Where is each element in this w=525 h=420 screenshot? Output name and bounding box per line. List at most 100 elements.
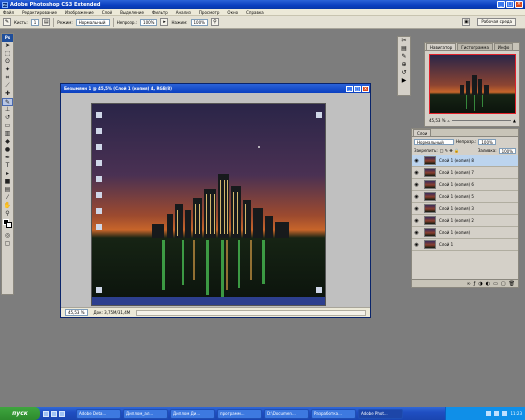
- visibility-eye-icon[interactable]: ◉: [412, 218, 421, 224]
- menu-filter[interactable]: Фильтр: [152, 10, 168, 15]
- crop-tool-icon[interactable]: ⌗: [2, 74, 13, 82]
- taskbar-item-photoshop[interactable]: Adobe Phot...: [358, 408, 403, 419]
- visibility-eye-icon[interactable]: ◉: [412, 242, 421, 248]
- start-button[interactable]: пуск: [0, 407, 40, 420]
- opacity-input[interactable]: 100%: [140, 18, 158, 26]
- taskbar-item[interactable]: Диплом Ди...: [170, 408, 215, 419]
- taskbar-item[interactable]: Adobe Deta...: [76, 408, 121, 419]
- hand-tool-icon[interactable]: ✋: [2, 202, 13, 210]
- zoom-out-icon[interactable]: ▵: [448, 118, 450, 123]
- taskbar-item[interactable]: Разработка...: [311, 408, 356, 419]
- layer-comps-icon[interactable]: ▤: [398, 45, 410, 53]
- move-tool-icon[interactable]: ➤: [2, 42, 13, 50]
- dodge-tool-icon[interactable]: ●: [2, 146, 13, 154]
- eyedropper-tool-icon[interactable]: ⁄: [2, 194, 13, 202]
- visibility-eye-icon[interactable]: ◉: [412, 158, 421, 164]
- opacity-pressure-icon[interactable]: ▸: [160, 18, 169, 26]
- visibility-eye-icon[interactable]: ◉: [412, 194, 421, 200]
- magic-wand-tool-icon[interactable]: ✦: [2, 66, 13, 74]
- layer-row[interactable]: ◉ Слой 1 (копия) 3: [412, 203, 518, 215]
- navigator-zoom-slider[interactable]: 45,53 % ▵ ▲: [429, 117, 516, 124]
- visibility-eye-icon[interactable]: ◉: [412, 170, 421, 176]
- canvas-area[interactable]: [61, 93, 370, 307]
- doc-close-button[interactable]: ×: [362, 85, 369, 92]
- tab-navigator[interactable]: Навигатор: [426, 43, 457, 50]
- zoom-in-icon[interactable]: ▲: [513, 118, 516, 123]
- layer-style-icon[interactable]: ƒ: [474, 281, 476, 287]
- menu-help[interactable]: Справка: [246, 10, 264, 15]
- type-tool-icon[interactable]: T: [2, 162, 13, 170]
- maximize-button[interactable]: □: [506, 1, 514, 8]
- layer-row[interactable]: ◉ Слой 1 (копия) 7: [412, 167, 518, 179]
- menu-window[interactable]: Окно: [227, 10, 238, 15]
- shape-tool-icon[interactable]: ■: [2, 178, 13, 186]
- layer-row[interactable]: ◉ Слой 1 (копия) 2: [412, 215, 518, 227]
- horizontal-scrollbar[interactable]: [136, 309, 366, 316]
- taskbar-item[interactable]: D:\Documen...: [264, 408, 309, 419]
- layer-row[interactable]: ◉ Слой 1 (копия) 8: [412, 155, 518, 167]
- quick-launch-icon[interactable]: [59, 410, 65, 417]
- marquee-tool-icon[interactable]: ⬚: [2, 50, 13, 58]
- stamp-tool-icon[interactable]: ⊥: [2, 106, 13, 114]
- visibility-eye-icon[interactable]: ◉: [412, 230, 421, 236]
- airbrush-icon[interactable]: ⚲: [210, 18, 219, 26]
- delete-layer-icon[interactable]: 🗑: [509, 281, 515, 287]
- fill-input[interactable]: 100%: [498, 147, 516, 154]
- layer-row[interactable]: ◉ Слой 1 (копия) 5: [412, 191, 518, 203]
- palette-well-icon[interactable]: ▣: [462, 18, 471, 26]
- tool-presets-icon[interactable]: ✂: [398, 37, 410, 45]
- zoom-slider-track[interactable]: [451, 120, 511, 121]
- history-icon[interactable]: ↺: [398, 69, 410, 77]
- layer-name[interactable]: Слой 1 (копия) 7: [439, 170, 474, 175]
- layer-name[interactable]: Слой 1 (копия) 6: [439, 182, 474, 187]
- gradient-tool-icon[interactable]: ▥: [2, 130, 13, 138]
- lasso-tool-icon[interactable]: ʘ: [2, 58, 13, 66]
- lock-icons[interactable]: □ ✎ ✥ 🔒: [440, 148, 459, 153]
- notes-tool-icon[interactable]: ▤: [2, 186, 13, 194]
- layer-name[interactable]: Слой 1 (копия) 3: [439, 206, 474, 211]
- mode-select[interactable]: Нормальный: [75, 18, 110, 26]
- color-swatches[interactable]: [2, 218, 13, 232]
- layer-name[interactable]: Слой 1 (копия) 8: [439, 158, 474, 163]
- adjustment-layer-icon[interactable]: ◐: [486, 281, 490, 287]
- tab-info[interactable]: Инфо: [493, 43, 514, 50]
- clone-source-icon[interactable]: ⊕: [398, 61, 410, 69]
- layer-name[interactable]: Слой 1 (копия): [439, 230, 470, 235]
- navigator-zoom-value[interactable]: 45,53 %: [429, 118, 446, 123]
- actions-icon[interactable]: ▶: [398, 77, 410, 85]
- history-brush-tool-icon[interactable]: ↺: [2, 114, 13, 122]
- brush-size-picker[interactable]: 1: [30, 18, 40, 26]
- brush-panel-icon[interactable]: ▤: [42, 18, 51, 26]
- tray-icon[interactable]: [494, 411, 500, 416]
- path-select-tool-icon[interactable]: ▸: [2, 170, 13, 178]
- pressure-input[interactable]: 100%: [190, 18, 208, 26]
- layer-name[interactable]: Слой 1 (копия) 2: [439, 218, 474, 223]
- healing-tool-icon[interactable]: ✚: [2, 90, 13, 98]
- menu-file[interactable]: Файл: [3, 10, 14, 15]
- tray-icon[interactable]: [486, 411, 492, 416]
- new-group-icon[interactable]: ▭: [493, 281, 498, 287]
- menu-view[interactable]: Просмотр: [199, 10, 220, 15]
- link-layers-icon[interactable]: ∞: [466, 281, 470, 287]
- layer-row[interactable]: ◉ Слой 1: [412, 239, 518, 251]
- taskbar-item[interactable]: программ...: [217, 408, 262, 419]
- menu-image[interactable]: Изображение: [65, 10, 94, 15]
- eraser-tool-icon[interactable]: ▭: [2, 122, 13, 130]
- document-info[interactable]: Док: 3,75M/31,4M: [94, 310, 131, 315]
- quick-mask-icon[interactable]: ◎: [2, 232, 13, 240]
- zoom-level-field[interactable]: 45,53 %: [65, 309, 88, 316]
- screen-mode-icon[interactable]: ▢: [2, 240, 13, 248]
- blur-tool-icon[interactable]: ◆: [2, 138, 13, 146]
- close-button[interactable]: ×: [515, 1, 523, 8]
- slice-tool-icon[interactable]: ⟋: [2, 82, 13, 90]
- menu-select[interactable]: Выделение: [120, 10, 144, 15]
- brush-preset-icon[interactable]: ✎: [3, 18, 11, 26]
- doc-maximize-button[interactable]: □: [354, 85, 361, 92]
- canvas-image[interactable]: [91, 103, 326, 306]
- new-layer-icon[interactable]: ▢: [501, 281, 506, 287]
- zoom-tool-icon[interactable]: ⚲: [2, 210, 13, 218]
- doc-minimize-button[interactable]: _: [346, 85, 353, 92]
- minimize-button[interactable]: _: [497, 1, 505, 8]
- layer-name[interactable]: Слой 1 (копия) 5: [439, 194, 474, 199]
- quick-launch-icon[interactable]: [43, 410, 49, 417]
